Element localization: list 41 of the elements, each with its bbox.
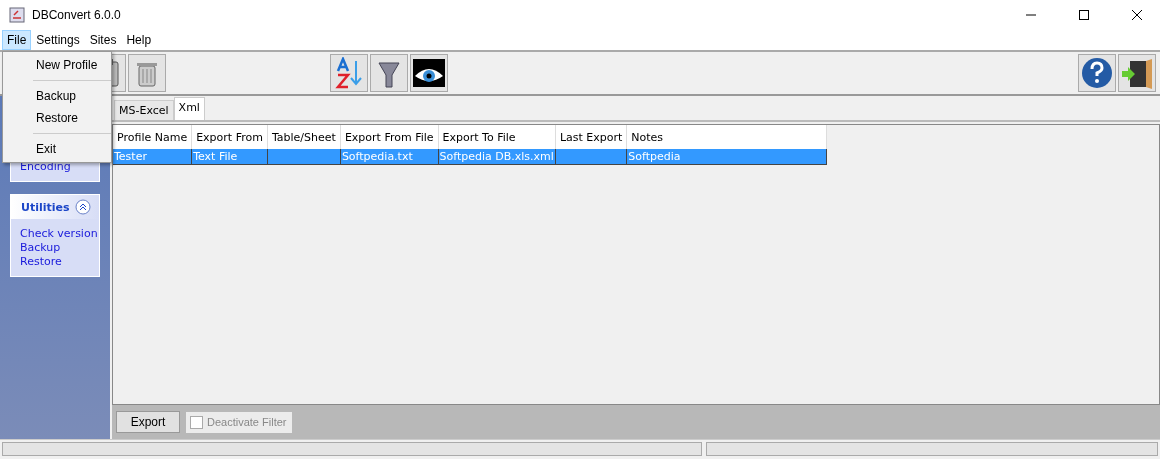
table-cell (555, 149, 627, 165)
panel-title: Utilities (21, 200, 70, 214)
help-icon (1081, 57, 1113, 89)
tab[interactable]: Xml (173, 97, 205, 120)
table-cell: Tester (113, 149, 192, 165)
tab[interactable]: MS-Excel (114, 100, 174, 120)
close-icon (1132, 10, 1142, 20)
help-button[interactable] (1078, 54, 1116, 92)
column-header[interactable]: Profile Name (113, 125, 192, 149)
door-icon (1120, 57, 1154, 89)
menu-item[interactable]: Sites (84, 30, 122, 50)
menu-item[interactable]: File (2, 30, 32, 50)
menu-item[interactable]: Settings (31, 30, 85, 50)
column-header[interactable]: Export To File (438, 125, 556, 149)
sort-button[interactable] (330, 54, 368, 92)
table-cell: Softpedia (626, 149, 827, 165)
eye-icon (412, 58, 446, 88)
table-cell: Text File (191, 149, 268, 165)
eye-button[interactable] (410, 54, 448, 92)
column-header[interactable]: Export From File (340, 125, 439, 149)
filter-button[interactable] (370, 54, 408, 92)
column-header[interactable]: Export From (191, 125, 268, 149)
export-button[interactable]: Export (116, 411, 180, 433)
menu-option[interactable]: Exit (3, 138, 111, 160)
exit-door-button[interactable] (1118, 54, 1156, 92)
column-header[interactable]: Last Export (555, 125, 627, 149)
menu-option[interactable]: Backup (3, 85, 111, 107)
menu-option[interactable]: Restore (3, 107, 111, 129)
column-header[interactable]: Notes (626, 125, 827, 149)
menu-option[interactable]: New Profile (3, 54, 111, 76)
maximize-icon (1079, 10, 1089, 20)
table-cell: Softpedia.txt (340, 149, 439, 165)
window-title: DBConvert 6.0.0 (32, 8, 122, 22)
table-cell: Softpedia DB.xls.xml (438, 149, 556, 165)
collapse-icon[interactable] (75, 199, 91, 215)
sidebar-link[interactable]: Backup (20, 241, 93, 254)
sort-icon (334, 57, 364, 89)
menu-item[interactable]: Help (121, 30, 157, 50)
sidebar-link[interactable]: Restore (20, 255, 93, 268)
column-header[interactable]: Table/Sheet (267, 125, 341, 149)
app-icon (9, 7, 25, 23)
